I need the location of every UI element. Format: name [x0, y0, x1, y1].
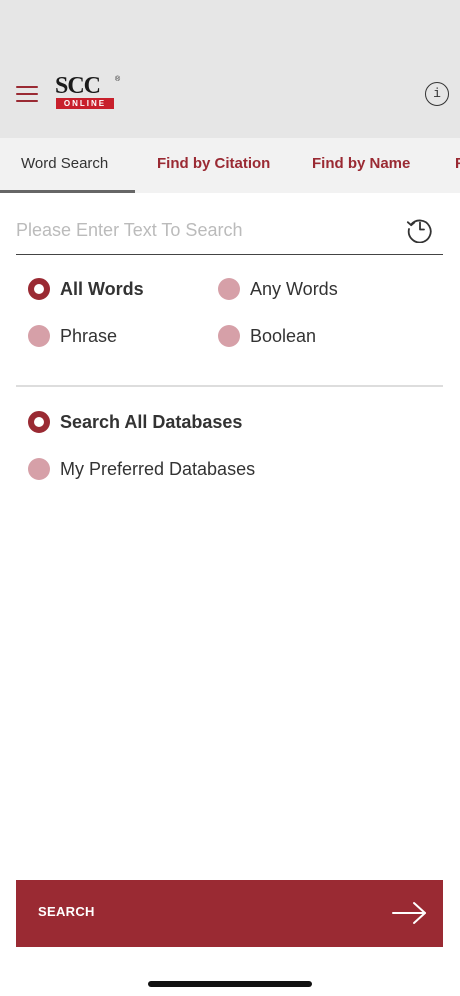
radio-label: Any Words: [250, 278, 338, 299]
menu-icon[interactable]: [16, 86, 38, 102]
tab-find-by-citation[interactable]: Find by Citation: [157, 138, 270, 193]
radio-all-words[interactable]: All Words: [28, 274, 144, 304]
history-icon[interactable]: [406, 215, 434, 243]
radio-unselected-icon: [218, 325, 240, 347]
search-button-label: SEARCH: [38, 904, 95, 919]
active-tab-indicator: [0, 190, 135, 193]
info-icon[interactable]: i: [425, 82, 449, 106]
radio-search-all-databases[interactable]: Search All Databases: [28, 407, 242, 437]
search-field: [16, 210, 443, 255]
radio-selected-icon: [28, 411, 50, 433]
search-tabs: Word Search Find by Citation Find by Nam…: [0, 138, 460, 193]
tab-word-search[interactable]: Word Search: [21, 138, 108, 193]
tab-find-by-name[interactable]: Find by Name: [312, 138, 410, 193]
logo-registered-mark: ®: [115, 76, 121, 83]
logo-main-text: SCC: [55, 73, 101, 99]
scc-online-logo: SCC ® ONLINE: [55, 73, 121, 112]
search-input[interactable]: [16, 210, 396, 250]
top-bar: SCC ® ONLINE i: [0, 0, 460, 138]
tab-next-partial[interactable]: F: [455, 138, 460, 193]
radio-selected-icon: [28, 278, 50, 300]
radio-unselected-icon: [218, 278, 240, 300]
section-divider: [16, 385, 443, 387]
menu-icon-line: [16, 100, 38, 102]
radio-label: Phrase: [60, 325, 118, 346]
radio-boolean[interactable]: Boolean: [218, 321, 316, 351]
radio-any-words[interactable]: Any Words: [218, 274, 338, 304]
search-button[interactable]: SEARCH: [16, 880, 443, 947]
radio-phrase[interactable]: Phrase: [28, 321, 117, 351]
home-indicator: [148, 981, 312, 987]
radio-label: My Preferred Databases: [60, 458, 256, 479]
radio-label: Boolean: [250, 325, 317, 346]
arrow-right-icon: [392, 902, 426, 924]
radio-unselected-icon: [28, 325, 50, 347]
menu-icon-line: [16, 93, 38, 95]
logo-band-text: ONLINE: [56, 98, 114, 109]
radio-label: Search All Databases: [60, 411, 243, 432]
menu-icon-line: [16, 86, 38, 88]
radio-my-preferred-databases[interactable]: My Preferred Databases: [28, 454, 255, 484]
radio-unselected-icon: [28, 458, 50, 480]
radio-label: All Words: [60, 278, 144, 299]
